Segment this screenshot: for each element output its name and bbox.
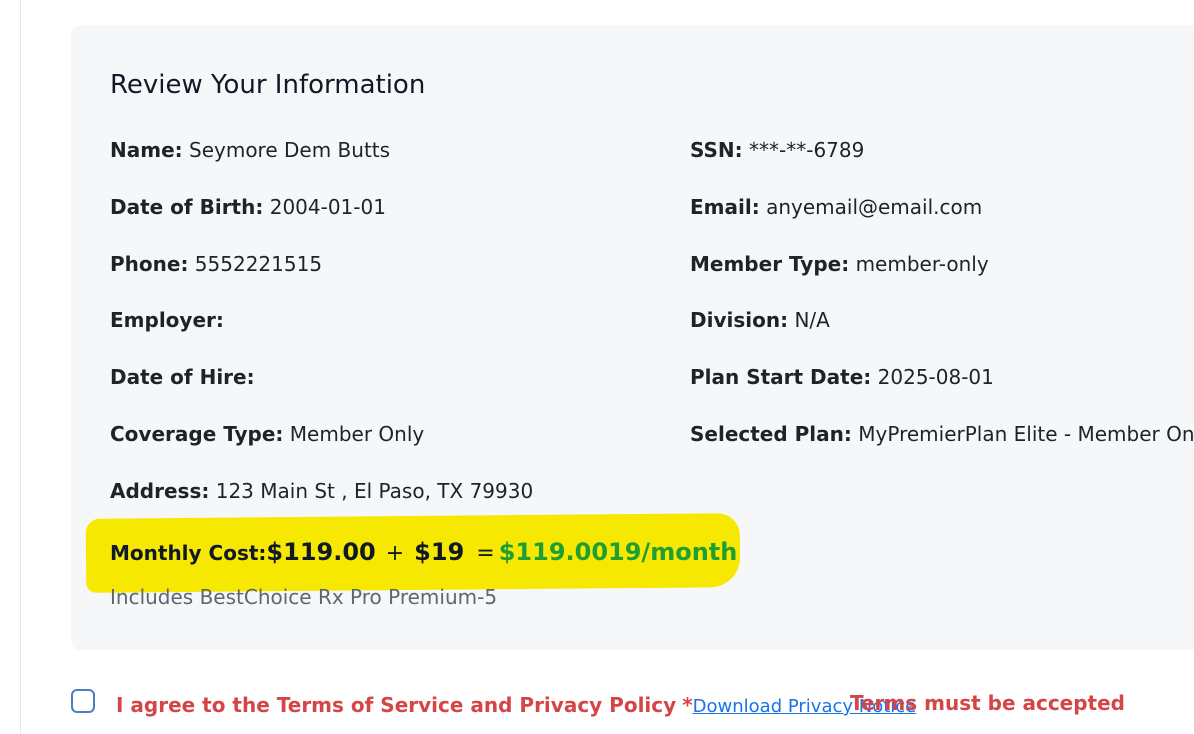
- terms-agree-checkbox[interactable]: [71, 689, 95, 713]
- review-title: Review Your Information: [110, 70, 426, 100]
- field-date-of-hire: Date of Hire:: [110, 364, 255, 390]
- field-label: Date of Hire:: [110, 365, 255, 389]
- field-label: Email:: [690, 195, 760, 219]
- monthly-cost-line: Monthly Cost: $119.00 + $19 = $119.0019/…: [110, 538, 737, 566]
- monthly-cost-base: $119.00: [266, 538, 376, 566]
- field-label: Member Type:: [690, 252, 850, 276]
- field-value: MyPremierPlan Elite - Member Only: [858, 422, 1194, 446]
- field-email: Email: anyemail@email.com: [690, 194, 982, 220]
- terms-agreement-row: I agree to the Terms of Service and Priv…: [116, 693, 916, 717]
- field-value: Member Only: [289, 422, 425, 446]
- required-marker: *: [682, 693, 693, 717]
- field-value: member-only: [855, 252, 989, 276]
- field-value: anyemail@email.com: [766, 195, 983, 219]
- field-ssn: SSN: ***-**-6789: [690, 137, 864, 163]
- terms-error-message: Terms must be accepted: [850, 691, 1125, 715]
- field-division: Division: N/A: [690, 307, 830, 333]
- field-label: Coverage Type:: [110, 422, 284, 446]
- field-value: 123 Main St , El Paso, TX 79930: [215, 479, 534, 503]
- field-member-type: Member Type: member-only: [690, 251, 989, 277]
- field-value: 2025-08-01: [877, 365, 994, 389]
- field-name: Name: Seymore Dem Butts: [110, 137, 390, 163]
- field-value: 5552221515: [194, 252, 323, 276]
- field-value: Seymore Dem Butts: [189, 138, 391, 162]
- field-label: Phone:: [110, 252, 189, 276]
- field-value: ***-**-6789: [749, 138, 865, 162]
- plus-sign: +: [385, 541, 405, 566]
- field-phone: Phone: 5552221515: [110, 251, 322, 277]
- field-value: N/A: [794, 308, 830, 332]
- field-label: Plan Start Date:: [690, 365, 872, 389]
- field-employer: Employer:: [110, 307, 224, 333]
- equals-sign: =: [476, 541, 495, 566]
- field-coverage-type: Coverage Type: Member Only: [110, 421, 424, 447]
- field-address: Address: 123 Main St , El Paso, TX 79930: [110, 478, 533, 504]
- field-label: Address:: [110, 479, 210, 503]
- terms-agreement-label: I agree to the Terms of Service and Priv…: [116, 693, 677, 717]
- monthly-cost-label: Monthly Cost:: [110, 541, 267, 565]
- rx-coverage-note: Includes BestChoice Rx Pro Premium-5: [110, 585, 498, 609]
- field-label: SSN:: [690, 138, 743, 162]
- field-label: Employer:: [110, 308, 224, 332]
- field-selected-plan: Selected Plan: MyPremierPlan Elite - Mem…: [690, 421, 1194, 447]
- field-label: Division:: [690, 308, 789, 332]
- field-label: Name:: [110, 138, 183, 162]
- field-date-of-birth: Date of Birth: 2004-01-01: [110, 194, 386, 220]
- field-plan-start-date: Plan Start Date: 2025-08-01: [690, 364, 994, 390]
- monthly-cost-total: $119.0019/month: [498, 538, 738, 566]
- monthly-cost-addon: $19: [414, 538, 465, 566]
- field-value: 2004-01-01: [269, 195, 386, 219]
- page-left-border: [20, 0, 21, 734]
- field-label: Selected Plan:: [690, 422, 852, 446]
- field-label: Date of Birth:: [110, 195, 264, 219]
